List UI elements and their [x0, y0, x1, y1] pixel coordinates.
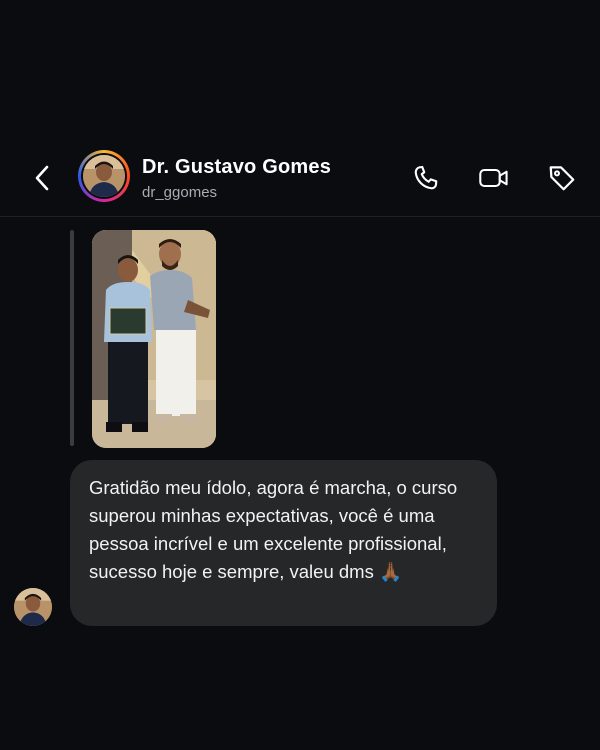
shared-photo[interactable] — [92, 230, 216, 448]
video-camera-icon — [479, 168, 508, 188]
chat-header: Dr. Gustavo Gomes dr_ggomes — [0, 140, 600, 217]
phone-icon — [414, 165, 438, 190]
video-call-button[interactable] — [478, 162, 510, 194]
reply-indicator-bar — [70, 230, 74, 446]
tag-button[interactable] — [546, 162, 578, 194]
avatar — [83, 155, 125, 197]
contact-handle: dr_ggomes — [142, 184, 218, 201]
call-button[interactable] — [410, 162, 442, 194]
back-button[interactable] — [28, 164, 56, 192]
tag-icon — [549, 166, 575, 191]
message-bubble[interactable]: Gratidão meu ídolo, agora é marcha, o cu… — [70, 460, 497, 626]
chevron-left-icon — [35, 165, 49, 191]
contact-name[interactable]: Dr. Gustavo Gomes — [142, 156, 331, 179]
contact-avatar[interactable] — [78, 150, 130, 202]
praying-hands-emoji: 🙏🏾 — [378, 561, 403, 582]
sender-avatar[interactable] — [14, 588, 52, 626]
